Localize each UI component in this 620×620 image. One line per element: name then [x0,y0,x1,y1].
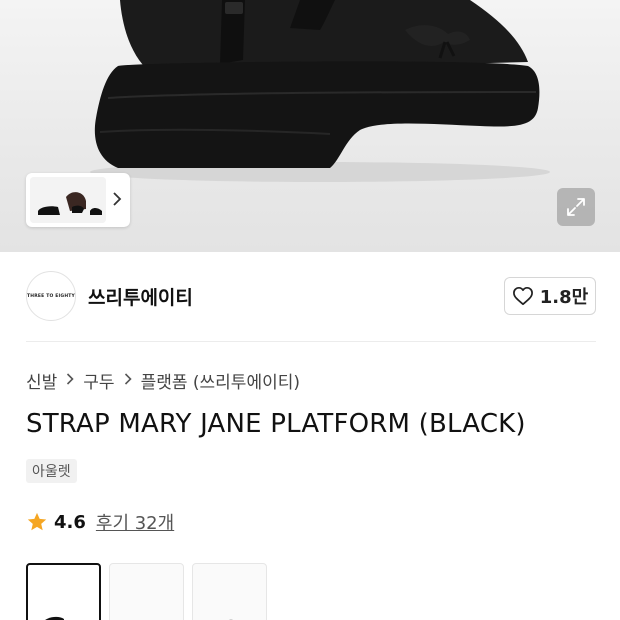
brand-name[interactable]: 쓰리투에이티 [88,283,193,310]
breadcrumb: 신발 구두 플랫폼 (쓰리투에이티) [26,368,300,393]
brand-logo[interactable]: THREE TO EIGHTY [26,271,76,321]
option-image [229,619,233,620]
option-thumbnail[interactable] [26,563,101,620]
rating-row: 4.6 후기 32개 [26,509,174,535]
chevron-right-icon[interactable] [106,191,128,210]
thumbnail-preview [30,177,106,223]
expand-image-button[interactable] [557,188,595,226]
breadcrumb-item-platform[interactable]: 플랫폼 (쓰리투에이티) [141,368,300,393]
heart-outline-icon [512,286,533,306]
breadcrumb-item-shoes[interactable]: 신발 [26,368,57,393]
option-thumbnail[interactable] [192,563,267,620]
outlet-badge: 아울렛 [26,459,77,483]
option-image [110,564,184,620]
review-count-link[interactable]: 후기 32개 [96,509,174,535]
product-image[interactable] [0,0,620,252]
divider [26,341,596,342]
chevron-right-icon [66,372,74,389]
expand-icon [567,198,585,216]
rating-score: 4.6 [54,511,86,533]
product-title: STRAP MARY JANE PLATFORM (BLACK) [26,409,526,439]
image-thumbnail-strip[interactable] [26,173,130,227]
chevron-right-icon [124,372,132,389]
breadcrumb-item-dress-shoes[interactable]: 구두 [83,368,114,393]
like-button[interactable]: 1.8만 [504,277,596,315]
like-count: 1.8만 [539,287,589,308]
brand-row: THREE TO EIGHTY 쓰리투에이티 1.8만 [26,270,596,322]
star-icon [27,512,47,531]
thumbnail-shoes-image [30,177,106,223]
option-thumbnail[interactable] [109,563,184,620]
brand-logo-text: THREE TO EIGHTY [27,293,76,299]
option-thumbnails [26,563,267,620]
option-image [45,616,64,620]
